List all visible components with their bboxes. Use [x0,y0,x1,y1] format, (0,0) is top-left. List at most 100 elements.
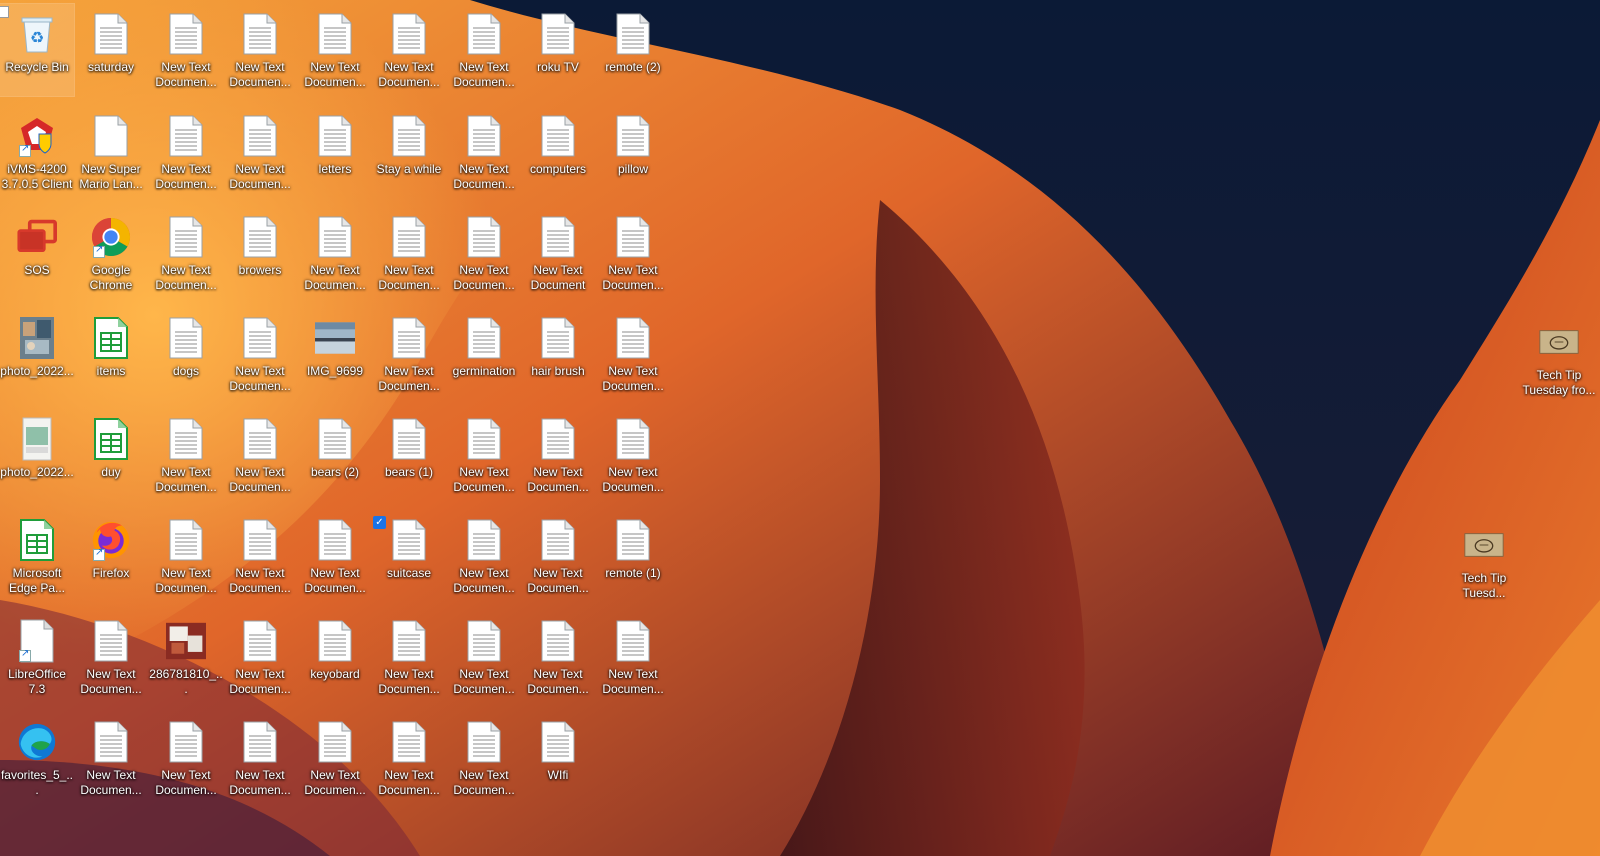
desktop-icon[interactable]: New Text Documen... [521,510,595,602]
desktop-icon[interactable]: New Text Documen... [223,409,297,501]
desktop-icon[interactable]: New Text Documen... [372,712,446,804]
icon-label: photo_2022... [0,465,74,479]
desktop-icon[interactable]: New Text Documen... [521,409,595,501]
desktop-icon[interactable]: Microsoft Edge Pa... [0,510,74,602]
desktop-icon[interactable]: browers [223,207,297,299]
icon-label: New Text Documen... [155,60,217,89]
desktop-icon[interactable]: New Text Documen... [447,611,521,703]
desktop-icon[interactable]: photo_2022... [0,308,74,400]
desktop-icon[interactable]: New Text Documen... [149,409,223,501]
desktop-icon[interactable]: New Text Documen... [596,611,670,703]
desktop-icon[interactable]: SOS [0,207,74,299]
desktop-icon[interactable]: 286781810_... [149,611,223,703]
desktop-icon[interactable]: Tech Tip Tuesday fro... [1522,312,1596,404]
desktop-icon[interactable]: New Text Documen... [149,106,223,198]
desktop-icon[interactable]: New Text Documen... [223,106,297,198]
desktop-icon[interactable]: bears (2) [298,409,372,501]
desktop-icon[interactable]: New Text Documen... [223,308,297,400]
desktop-icon[interactable]: LibreOffice 7.3 [0,611,74,703]
txt-file-icon [240,518,280,562]
desktop-icon[interactable]: New Text Documen... [149,712,223,804]
desktop-icon[interactable]: New Text Documen... [298,207,372,299]
sheet-file-icon [17,518,57,562]
desktop-icon[interactable]: dogs [149,308,223,400]
desktop-icon[interactable]: germination [447,308,521,400]
desktop-icon[interactable]: New Text Documen... [447,4,521,96]
desktop-icon[interactable]: New Text Documen... [447,510,521,602]
desktop-icon[interactable]: New Text Documen... [223,611,297,703]
desktop-icon[interactable]: New Text Documen... [521,611,595,703]
icon-label: New Text Documen... [527,667,589,696]
desktop-icon[interactable]: WIfi [521,712,595,804]
desktop-icon[interactable]: New Text Documen... [596,308,670,400]
icon-label: New Text Documen... [304,566,366,595]
desktop-icon[interactable]: keyobard [298,611,372,703]
txt-file-icon [538,316,578,360]
desktop-icon[interactable]: Firefox [74,510,148,602]
desktop-icon[interactable]: pillow [596,106,670,198]
desktop-icon[interactable]: New Text Documen... [596,409,670,501]
desktop-icon[interactable]: New Text Documen... [74,712,148,804]
desktop-icon[interactable]: IMG_9699 [298,308,372,400]
desktop-icon[interactable]: ♻ Recycle Bin [0,3,75,97]
icon-label: pillow [617,162,648,176]
icon-label: favorites_5_... [0,768,74,797]
ivms-file-icon [17,114,57,158]
txt-file-icon [538,114,578,158]
desktop-icon[interactable]: New Text Documen... [223,712,297,804]
desktop-icon[interactable]: iVMS-4200 3.7.0.5 Client [0,106,74,198]
shortcut-arrow-icon [19,143,31,157]
desktop-icon[interactable]: New Text Documen... [447,207,521,299]
desktop-icon[interactable]: saturday [74,4,148,96]
desktop-icon[interactable]: duy [74,409,148,501]
icon-label: New Text Documen... [453,566,515,595]
icon-label: New Text Documen... [80,768,142,797]
desktop-icon[interactable]: New Text Documen... [447,106,521,198]
desktop-icon[interactable]: New Super Mario Lan... [74,106,148,198]
desktop-icon[interactable]: letters [298,106,372,198]
desktop-icon[interactable]: New Text Documen... [223,4,297,96]
desktop-icon[interactable]: items [74,308,148,400]
icon-label: SOS [24,263,50,277]
txt-file-icon [538,215,578,259]
txt-file-icon [166,12,206,56]
icon-label: New Text Documen... [229,162,291,191]
icon-label: New Text Documen... [155,465,217,494]
desktop-icon[interactable]: ✓ suitcase [372,510,446,602]
desktop-icon[interactable]: Stay a while [372,106,446,198]
desktop-icon[interactable]: bears (1) [372,409,446,501]
desktop-icon[interactable]: New Text Documen... [149,4,223,96]
sheet-file-icon [91,417,131,461]
desktop-icon[interactable]: New Text Documen... [372,207,446,299]
txt-file-icon [315,720,355,764]
desktop-icon[interactable]: New Text Documen... [447,712,521,804]
desktop-icon[interactable]: New Text Document [521,207,595,299]
desktop-icon[interactable]: Tech Tip Tuesd... [1447,515,1521,607]
txt-file-icon [389,114,429,158]
desktop-icon[interactable]: photo_2022... [0,409,74,501]
desktop-icon[interactable]: computers [521,106,595,198]
icon-label: browers [238,263,282,277]
desktop-icon[interactable]: Google Chrome [74,207,148,299]
desktop-icon[interactable]: New Text Documen... [223,510,297,602]
desktop-icon[interactable]: New Text Documen... [372,611,446,703]
sos-file-icon [17,215,57,259]
desktop-icon[interactable]: New Text Documen... [298,510,372,602]
desktop-icon[interactable]: New Text Documen... [372,308,446,400]
selection-checkbox[interactable]: ✓ [373,516,386,529]
desktop-icon[interactable]: New Text Documen... [298,712,372,804]
desktop-icon[interactable]: remote (2) [596,4,670,96]
desktop-icon[interactable]: New Text Documen... [149,510,223,602]
desktop-icon[interactable]: favorites_5_... [0,712,74,804]
icon-label: IMG_9699 [306,364,364,378]
desktop-icon[interactable]: New Text Documen... [298,4,372,96]
selection-checkbox[interactable] [0,6,9,18]
desktop-icon[interactable]: New Text Documen... [149,207,223,299]
desktop-icon[interactable]: remote (1) [596,510,670,602]
desktop-icon[interactable]: New Text Documen... [447,409,521,501]
desktop-icon[interactable]: New Text Documen... [596,207,670,299]
desktop-icon[interactable]: hair brush [521,308,595,400]
desktop-icon[interactable]: New Text Documen... [372,4,446,96]
desktop-icon[interactable]: roku TV [521,4,595,96]
desktop-icon[interactable]: New Text Documen... [74,611,148,703]
